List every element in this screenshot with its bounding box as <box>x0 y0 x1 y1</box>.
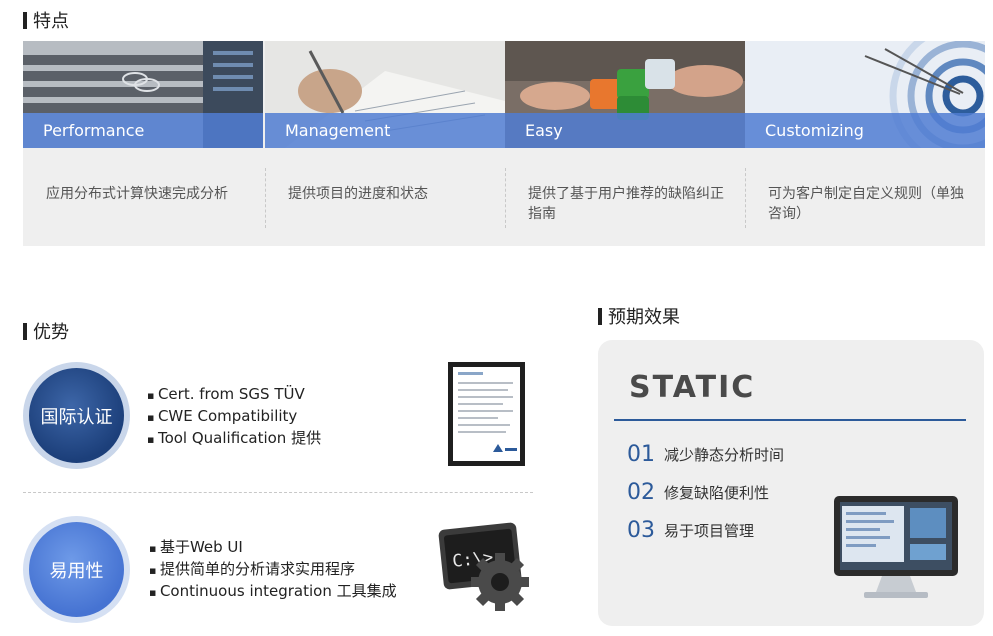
effect-item-2: 02 修复缺陷便利性 <box>627 480 769 505</box>
feature-label-easy: Easy <box>505 113 745 148</box>
feature-card-performance: Performance 应用分布式计算快速完成分析 <box>23 41 263 246</box>
feature-desc-easy: 提供了基于用户推荐的缺陷纠正指南 <box>528 186 724 222</box>
title-bar <box>23 322 27 340</box>
advantages-section-title: 优势 <box>23 318 69 344</box>
feature-label-performance: Performance <box>23 113 263 148</box>
feature-label-management: Management <box>265 113 505 148</box>
advantages-divider <box>23 492 533 493</box>
feature-desc-customizing: 可为客户制定自定义规则（单独咨询） <box>768 186 964 222</box>
list-item: CWE Compatibility <box>147 406 321 428</box>
badge-certification: 国际认证 <box>23 362 130 469</box>
features-section-title: 特点 <box>23 7 69 33</box>
effect-number: 03 <box>627 518 655 543</box>
feature-card-management: Management 提供项目的进度和状态 <box>265 41 505 246</box>
usability-list: 基于Web UI 提供简单的分析请求实用程序 Continuous integr… <box>149 537 397 603</box>
feature-label-customizing: Customizing <box>745 113 985 148</box>
static-underline <box>614 419 966 421</box>
features-title-text: 特点 <box>33 11 69 32</box>
list-item: Cert. from SGS TÜV <box>147 384 321 406</box>
effect-text: 易于项目管理 <box>664 522 755 540</box>
title-bar <box>598 307 602 325</box>
advantages-title-text: 优势 <box>33 322 69 343</box>
advantage-row-certification: 国际认证 Cert. from SGS TÜV CWE Compatibilit… <box>23 362 533 472</box>
list-item: Tool Qualification 提供 <box>147 428 321 450</box>
list-item: Continuous integration 工具集成 <box>149 581 397 603</box>
effect-number: 01 <box>627 442 655 467</box>
feature-card-easy: Easy 提供了基于用户推荐的缺陷纠正指南 <box>505 41 745 246</box>
list-item: 基于Web UI <box>149 537 397 559</box>
effect-item-1: 01 减少静态分析时间 <box>627 442 784 467</box>
list-item: 提供简单的分析请求实用程序 <box>149 559 397 581</box>
effects-panel: STATIC 01 减少静态分析时间 02 修复缺陷便利性 03 易于项目管理 <box>598 340 984 626</box>
static-heading: STATIC <box>629 370 756 405</box>
advantage-row-usability: 易用性 基于Web UI 提供简单的分析请求实用程序 Continuous in… <box>23 516 533 626</box>
certificate-icon <box>448 362 525 466</box>
effect-number: 02 <box>627 480 655 505</box>
features-panel: Performance 应用分布式计算快速完成分析 Management 提供项… <box>23 41 985 246</box>
effects-title-text: 预期效果 <box>608 307 680 328</box>
feature-desc-management: 提供项目的进度和状态 <box>288 186 428 202</box>
terminal-gear-icon: C:\>_ <box>438 520 533 612</box>
badge-usability: 易用性 <box>23 516 130 623</box>
monitor-icon <box>834 496 958 601</box>
feature-card-customizing: Customizing 可为客户制定自定义规则（单独咨询） <box>745 41 985 246</box>
effects-section-title: 预期效果 <box>598 303 680 329</box>
effect-item-3: 03 易于项目管理 <box>627 518 754 543</box>
effect-text: 修复缺陷便利性 <box>664 484 770 502</box>
effect-text: 减少静态分析时间 <box>664 446 785 464</box>
title-bar <box>23 11 27 29</box>
feature-desc-performance: 应用分布式计算快速完成分析 <box>46 186 228 202</box>
certification-list: Cert. from SGS TÜV CWE Compatibility Too… <box>147 384 321 450</box>
